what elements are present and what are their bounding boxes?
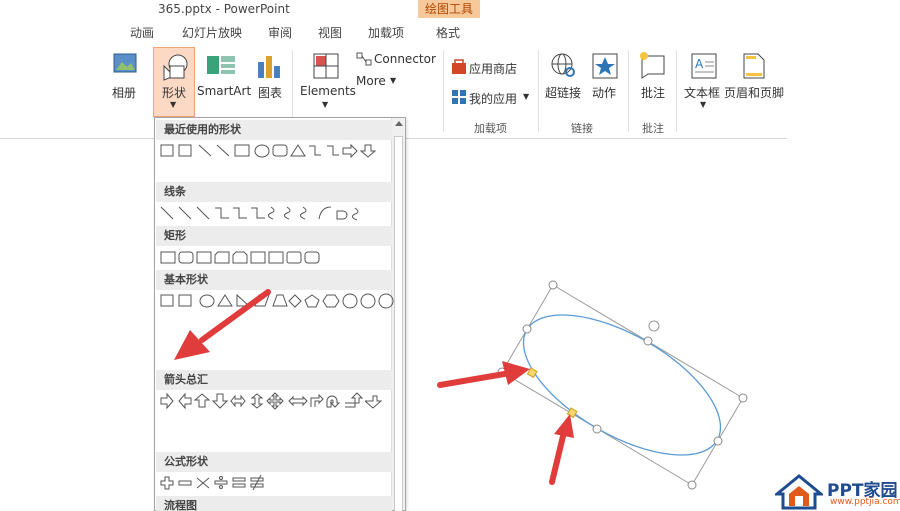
header-footer-button[interactable]: 页眉和页脚 (724, 84, 784, 101)
annotation-arrow-icon (174, 289, 271, 360)
separator (443, 50, 444, 132)
connector-button[interactable]: Connector (374, 52, 436, 66)
tab-review[interactable]: 审阅 (268, 24, 292, 41)
equation-shapes-row[interactable] (159, 474, 395, 492)
separator (676, 50, 677, 132)
group-comments-label: 批注 (642, 122, 664, 135)
group-links-label: 链接 (571, 122, 593, 135)
smartart-icon (207, 56, 235, 74)
recent-shapes-row[interactable]: {} (159, 142, 395, 160)
header-footer-icon (743, 53, 765, 79)
shapes-icon (163, 54, 188, 81)
hyperlink-icon (551, 53, 576, 77)
window-title: 365.pptx - PowerPoint (158, 2, 290, 16)
smartart-button[interactable]: SmartArt (197, 84, 251, 98)
tab-animations[interactable]: 动画 (130, 24, 154, 41)
title-bar: 365.pptx - PowerPoint 绘图工具 (0, 0, 900, 20)
scrollbar-thumb[interactable] (394, 136, 403, 511)
comment-button[interactable]: 批注 (641, 84, 665, 101)
scroll-up-icon[interactable] (395, 121, 403, 126)
category-flowchart: 流程图 (156, 496, 392, 511)
chevron-down-icon: ▼ (322, 100, 329, 109)
store-icon (452, 59, 466, 74)
album-button[interactable]: 相册 (112, 84, 136, 101)
category-lines: 线条 (156, 182, 392, 202)
category-rectangles: 矩形 (156, 226, 392, 246)
my-apps-icon (452, 90, 466, 104)
album-icon (113, 53, 137, 73)
block-arrows-grid[interactable] (159, 392, 395, 410)
chevron-down-icon: ▼ (170, 100, 177, 109)
tab-addins[interactable]: 加载项 (368, 24, 404, 41)
watermark-url: www.pptjia.com (830, 497, 900, 507)
ribbon-tabs: 动画 幻灯片放映 审阅 视图 加载项 格式 (0, 20, 900, 44)
elements-icon (313, 53, 339, 79)
tab-slideshow[interactable]: 幻灯片放映 (182, 24, 242, 41)
separator (538, 50, 539, 132)
category-block-arrows: 箭头总汇 (156, 370, 392, 390)
svg-text:A: A (695, 57, 704, 71)
textbox-button[interactable]: 文本框 (684, 84, 720, 101)
annotation-arrow-icon (549, 414, 574, 485)
chart-icon (258, 56, 280, 78)
annotation-arrow-icon (437, 361, 530, 388)
category-recent: 最近使用的形状 (156, 120, 392, 140)
rotate-handle[interactable] (648, 320, 660, 332)
more-button[interactable]: More (356, 74, 386, 88)
connector-icon (356, 52, 372, 66)
gallery-scrollbar[interactable] (391, 118, 405, 511)
hyperlink-button[interactable]: 超链接 (545, 84, 581, 101)
house-logo-icon (775, 474, 823, 510)
comment-icon (640, 52, 665, 79)
action-icon (592, 53, 618, 79)
powerpoint-window: { "window": {"title": "365.pptx - PowerP… (0, 0, 900, 511)
chevron-down-icon: ▼ (700, 100, 707, 109)
app-store-button[interactable]: 应用商店 (469, 60, 517, 77)
rectangles-row[interactable] (159, 248, 395, 266)
tab-view[interactable]: 视图 (318, 24, 342, 41)
separator (628, 50, 629, 132)
shapes-label: 形状 (162, 86, 187, 100)
textbox-icon: A (691, 53, 717, 79)
group-addins-label: 加载项 (474, 122, 507, 135)
category-equation-shapes: 公式形状 (156, 452, 392, 472)
chart-button[interactable]: 图表 (258, 84, 282, 101)
drawing-tools-label: 绘图工具 (418, 0, 480, 18)
lines-row[interactable] (159, 204, 395, 222)
elements-button[interactable]: Elements (300, 84, 356, 98)
tab-format[interactable]: 格式 (436, 24, 460, 41)
my-apps-button[interactable]: 我的应用 (469, 90, 517, 107)
chevron-down-icon: ▼ (523, 92, 530, 101)
action-button[interactable]: 动作 (592, 84, 616, 101)
chevron-down-icon: ▼ (390, 76, 397, 85)
